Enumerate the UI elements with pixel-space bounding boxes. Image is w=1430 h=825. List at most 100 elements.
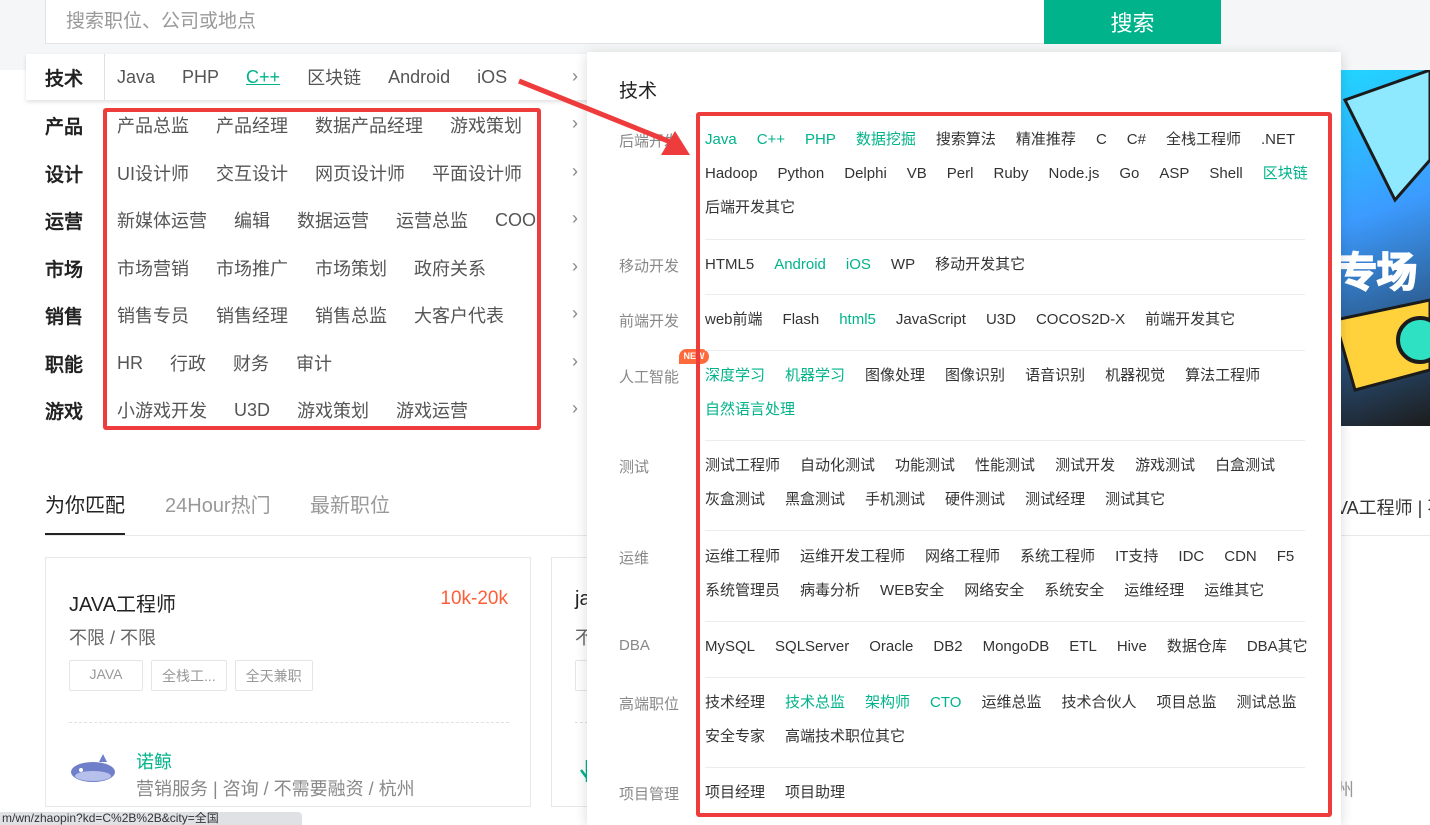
job-category-link[interactable]: JavaScript — [896, 309, 966, 330]
category-item[interactable]: 数据运营 — [297, 207, 369, 233]
category-item[interactable]: 市场推广 — [216, 255, 288, 281]
search-button[interactable]: 搜索 — [1044, 0, 1221, 44]
job-category-link[interactable]: F5 — [1277, 546, 1295, 567]
job-category-link[interactable]: 区块链 — [1263, 163, 1308, 184]
job-category-link[interactable]: 数据仓库 — [1167, 636, 1227, 657]
job-category-link[interactable]: Perl — [947, 163, 974, 184]
category-item[interactable]: 审计 — [296, 350, 332, 376]
category-item[interactable]: U3D — [234, 400, 270, 421]
job-category-link[interactable]: 前端开发其它 — [1145, 309, 1235, 330]
promo-banner[interactable]: 专场 — [1335, 70, 1430, 426]
job-category-link[interactable]: PHP — [805, 129, 836, 150]
job-category-link[interactable]: 机器学习 — [785, 365, 845, 386]
job-category-link[interactable]: 网络安全 — [964, 580, 1024, 601]
job-category-link[interactable]: 数据挖掘 — [856, 129, 916, 150]
job-category-link[interactable]: 手机测试 — [865, 489, 925, 510]
job-category-link[interactable]: 灰盒测试 — [705, 489, 765, 510]
job-category-link[interactable]: 高端技术职位其它 — [785, 726, 905, 747]
job-category-link[interactable]: HTML5 — [705, 254, 754, 275]
job-category-link[interactable]: ETL — [1069, 636, 1097, 657]
job-category-link[interactable]: 自然语言处理 — [705, 399, 795, 420]
search-input[interactable] — [46, 0, 998, 43]
job-category-link[interactable]: WP — [891, 254, 915, 275]
category-item[interactable]: 数据产品经理 — [315, 112, 423, 138]
category-item[interactable]: Android — [388, 67, 450, 88]
job-category-link[interactable]: Hive — [1117, 636, 1147, 657]
category-item[interactable]: HR — [117, 353, 143, 374]
job-category-link[interactable]: 病毒分析 — [800, 580, 860, 601]
job-category-link[interactable]: 运维工程师 — [705, 546, 780, 567]
category-item[interactable]: 产品经理 — [216, 112, 288, 138]
job-card[interactable]: JAVA工程师 10k-20k 不限 / 不限 JAVA 全栈工... 全天兼职… — [45, 557, 531, 807]
job-category-link[interactable]: 运维开发工程师 — [800, 546, 905, 567]
job-category-link[interactable]: 游戏测试 — [1135, 455, 1195, 476]
job-category-link[interactable]: Hadoop — [705, 163, 758, 184]
job-category-link[interactable]: 测试开发 — [1055, 455, 1115, 476]
category-item[interactable]: 政府关系 — [414, 255, 486, 281]
job-category-link[interactable]: C++ — [757, 129, 785, 150]
category-item[interactable]: 市场策划 — [315, 255, 387, 281]
category-item[interactable]: 游戏策划 — [450, 112, 522, 138]
category-item[interactable]: 游戏策划 — [297, 397, 369, 423]
category-row-market[interactable]: 市场 市场营销 市场推广 市场策划 政府关系 › — [26, 253, 596, 283]
job-category-link[interactable]: Flash — [783, 309, 820, 330]
job-category-link[interactable]: DB2 — [933, 636, 962, 657]
job-category-link[interactable]: 算法工程师 — [1185, 365, 1260, 386]
job-category-link[interactable]: 技术经理 — [705, 692, 765, 713]
job-category-link[interactable]: 深度学习 — [705, 365, 765, 386]
category-item[interactable]: 平面设计师 — [432, 160, 522, 186]
job-category-link[interactable]: MySQL — [705, 636, 755, 657]
job-category-link[interactable]: 图像处理 — [865, 365, 925, 386]
job-category-link[interactable]: COCOS2D-X — [1036, 309, 1125, 330]
category-row-tech[interactable]: 技术 Java PHP C++ 区块链 Android iOS › — [26, 54, 596, 100]
job-category-link[interactable]: 功能测试 — [895, 455, 955, 476]
job-category-link[interactable]: 白盒测试 — [1215, 455, 1275, 476]
category-item-active[interactable]: C++ — [246, 67, 280, 88]
category-item[interactable]: 区块链 — [307, 64, 361, 90]
category-item[interactable]: iOS — [477, 67, 507, 88]
category-item[interactable]: 大客户代表 — [414, 302, 504, 328]
job-category-link[interactable]: web前端 — [705, 309, 763, 330]
category-item[interactable]: 销售经理 — [216, 302, 288, 328]
category-item[interactable]: 游戏运营 — [396, 397, 468, 423]
job-category-link[interactable]: 网络工程师 — [925, 546, 1000, 567]
job-category-link[interactable]: 技术合伙人 — [1061, 692, 1136, 713]
job-category-link[interactable]: Go — [1119, 163, 1139, 184]
job-category-link[interactable]: CDN — [1224, 546, 1257, 567]
category-item[interactable]: COO — [495, 210, 536, 231]
category-item[interactable]: 编辑 — [234, 207, 270, 233]
category-item[interactable]: 财务 — [233, 350, 269, 376]
job-category-link[interactable]: 移动开发其它 — [935, 254, 1025, 275]
category-item[interactable]: 市场营销 — [117, 255, 189, 281]
job-category-link[interactable]: C# — [1127, 129, 1146, 150]
job-category-link[interactable]: 搜索算法 — [936, 129, 996, 150]
category-item[interactable]: PHP — [182, 67, 219, 88]
job-category-link[interactable]: 后端开发其它 — [705, 197, 795, 218]
job-category-link[interactable]: 黑盒测试 — [785, 489, 845, 510]
category-row-function[interactable]: 职能 HR 行政 财务 审计 › — [26, 348, 596, 378]
category-item[interactable]: UI设计师 — [117, 160, 189, 186]
job-category-link[interactable]: Python — [778, 163, 825, 184]
category-item[interactable]: 销售总监 — [315, 302, 387, 328]
company-name[interactable]: 诺鲸 — [136, 748, 172, 774]
category-item[interactable]: Java — [117, 67, 155, 88]
job-category-link[interactable]: 自动化测试 — [800, 455, 875, 476]
category-item[interactable]: 行政 — [170, 350, 206, 376]
job-category-link[interactable]: 安全专家 — [705, 726, 765, 747]
category-item[interactable]: 网页设计师 — [315, 160, 405, 186]
tab-24hour-hot[interactable]: 24Hour热门 — [165, 490, 271, 536]
job-category-link[interactable]: 运维其它 — [1204, 580, 1264, 601]
job-category-link[interactable]: VB — [907, 163, 927, 184]
job-category-link[interactable]: 精准推荐 — [1016, 129, 1076, 150]
category-row-design[interactable]: 设计 UI设计师 交互设计 网页设计师 平面设计师 › — [26, 158, 596, 188]
job-category-link[interactable]: 测试工程师 — [705, 455, 780, 476]
category-row-sales[interactable]: 销售 销售专员 销售经理 销售总监 大客户代表 › — [26, 300, 596, 330]
job-category-link[interactable]: DBA其它 — [1247, 636, 1308, 657]
job-category-link[interactable]: ASP — [1159, 163, 1189, 184]
job-category-link[interactable]: 测试总监 — [1237, 692, 1297, 713]
job-category-link[interactable]: iOS — [846, 254, 871, 275]
job-category-link[interactable]: 性能测试 — [975, 455, 1035, 476]
job-category-link[interactable]: C — [1096, 129, 1107, 150]
job-title[interactable]: JAVA工程师 — [69, 588, 176, 617]
job-category-link[interactable]: Shell — [1209, 163, 1242, 184]
